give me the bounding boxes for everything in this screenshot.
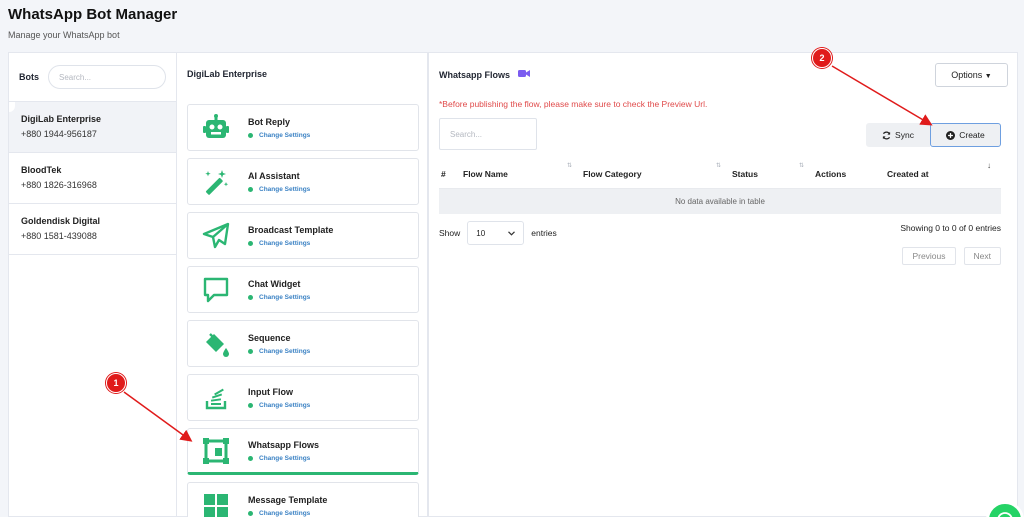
column-header-number[interactable]: #: [441, 169, 446, 179]
flows-table: # Flow Name ⇅ Flow Category ⇅ Status ⇅ A…: [439, 157, 1001, 214]
grid-icon: [202, 492, 230, 517]
column-header-flow-category[interactable]: Flow Category: [583, 169, 642, 179]
previous-page-button[interactable]: Previous: [902, 247, 956, 265]
empty-table-row: No data available in table: [439, 189, 1001, 214]
app-header: WhatsApp Bot Manager Manage your WhatsAp…: [8, 6, 177, 40]
feature-label: Sequence: [248, 332, 291, 343]
feature-card-ai-assistant[interactable]: AI Assistant Change Settings: [187, 158, 419, 205]
status-dot: [248, 132, 253, 138]
column-header-status[interactable]: Status: [732, 169, 758, 179]
feature-label: Broadcast Template: [248, 224, 334, 235]
sort-icon[interactable]: ⇅: [567, 162, 572, 169]
bots-list-end: [9, 254, 176, 255]
feature-card-input-flow[interactable]: Input Flow Change Settings: [187, 374, 419, 421]
feature-card-chat-widget[interactable]: Chat Widget Change Settings: [187, 266, 419, 313]
robot-icon: [202, 113, 230, 142]
preview-url-warning: *Before publishing the flow, please make…: [439, 99, 708, 109]
table-info: Showing 0 to 0 of 0 entries: [900, 223, 1001, 233]
change-settings-link[interactable]: Change Settings: [248, 132, 310, 139]
status-dot: [248, 402, 253, 408]
caret-down-icon: ▼: [984, 73, 992, 80]
flows-panel: Whatsapp Flows Options ▼ *Before publish…: [428, 52, 1018, 517]
features-panel: DigiLab Enterprise Bot Reply Change Sett…: [176, 52, 428, 517]
sync-button[interactable]: Sync: [866, 123, 930, 147]
sort-icon[interactable]: ⇅: [716, 162, 721, 169]
feature-card-bot-reply[interactable]: Bot Reply Change Settings: [187, 104, 419, 151]
create-button[interactable]: Create: [930, 123, 1001, 147]
plus-circle-icon: [946, 130, 956, 140]
bots-title: Bots: [19, 72, 39, 82]
pagination: Previous Next: [894, 247, 1001, 265]
feature-label: Chat Widget: [248, 278, 301, 289]
bot-item-goldendisk[interactable]: Goldendisk Digital +880 1581-439088: [9, 203, 176, 254]
sync-icon: [882, 131, 891, 140]
page-title: WhatsApp Bot Manager: [8, 6, 178, 23]
feature-label: Bot Reply: [248, 116, 291, 127]
step-marker-1: 1: [106, 373, 126, 393]
change-settings-link[interactable]: Change Settings: [248, 294, 310, 301]
status-dot: [248, 510, 253, 516]
feature-label: Message Template: [248, 494, 328, 505]
change-settings-link[interactable]: Change Settings: [248, 186, 310, 193]
feature-label: AI Assistant: [248, 170, 300, 181]
chat-bubble-icon: [202, 276, 230, 304]
change-settings-link[interactable]: Change Settings: [248, 402, 310, 409]
page-subtitle: Manage your WhatsApp bot: [8, 30, 120, 40]
bot-item-digilab[interactable]: DigiLab Enterprise +880 1944-956187: [9, 101, 176, 152]
sort-icon[interactable]: ⇅: [799, 162, 804, 169]
column-header-created-at[interactable]: Created at: [887, 169, 929, 179]
bot-name: BloodTek: [21, 165, 62, 175]
change-settings-link[interactable]: Change Settings: [248, 510, 327, 517]
feature-card-whatsapp-flows[interactable]: Whatsapp Flows Change Settings: [187, 428, 419, 475]
bot-phone: +880 1581-439088: [21, 231, 97, 241]
paper-plane-icon: [202, 222, 230, 250]
change-settings-link[interactable]: Change Settings: [248, 240, 333, 247]
table-header: # Flow Name ⇅ Flow Category ⇅ Status ⇅ A…: [439, 157, 1001, 189]
column-header-actions[interactable]: Actions: [815, 169, 846, 179]
status-dot: [248, 455, 253, 461]
stack-icon: [202, 384, 230, 412]
status-dot: [248, 348, 253, 354]
column-header-flow-name[interactable]: Flow Name: [463, 169, 508, 179]
entries-select[interactable]: 10: [467, 221, 525, 245]
status-dot: [248, 186, 253, 192]
feature-card-broadcast-template[interactable]: Broadcast Template Change Settings: [187, 212, 419, 259]
change-settings-link[interactable]: Change Settings: [248, 455, 319, 462]
bot-name: Goldendisk Digital: [21, 216, 101, 226]
flow-actions: Sync Create: [866, 123, 1001, 147]
feature-label: Input Flow: [248, 386, 293, 397]
status-dot: [248, 240, 253, 246]
bot-item-bloodtek[interactable]: BloodTek +880 1826-316968: [9, 152, 176, 203]
status-dot: [248, 294, 253, 300]
bots-header: Bots: [9, 53, 176, 101]
flows-title: Whatsapp Flows: [439, 69, 531, 80]
next-page-button[interactable]: Next: [963, 247, 1001, 265]
change-settings-link[interactable]: Change Settings: [248, 348, 310, 355]
video-camera-icon[interactable]: [518, 69, 531, 80]
options-dropdown-button[interactable]: Options ▼: [935, 63, 1008, 87]
feature-label: Whatsapp Flows: [248, 439, 320, 450]
bot-phone: +880 1944-956187: [21, 129, 97, 139]
magic-wand-icon: [202, 168, 230, 196]
features-title: DigiLab Enterprise: [187, 69, 268, 79]
bot-phone: +880 1826-316968: [21, 180, 97, 190]
frame-icon: [202, 437, 230, 465]
feature-card-message-template[interactable]: Message Template Change Settings: [187, 482, 419, 517]
sort-desc-icon[interactable]: ↓: [987, 161, 991, 170]
bots-panel: Bots DigiLab Enterprise +880 1944-956187…: [8, 52, 176, 517]
feature-card-sequence[interactable]: Sequence Change Settings: [187, 320, 419, 367]
step-marker-2: 2: [812, 48, 832, 68]
flows-search-input[interactable]: [439, 118, 537, 150]
bots-search-input[interactable]: [48, 65, 166, 89]
entries-control: Show 10 entries: [439, 221, 557, 245]
bot-name: DigiLab Enterprise: [21, 114, 102, 124]
paint-bucket-icon: [202, 330, 230, 358]
chevron-down-icon: [508, 229, 516, 238]
